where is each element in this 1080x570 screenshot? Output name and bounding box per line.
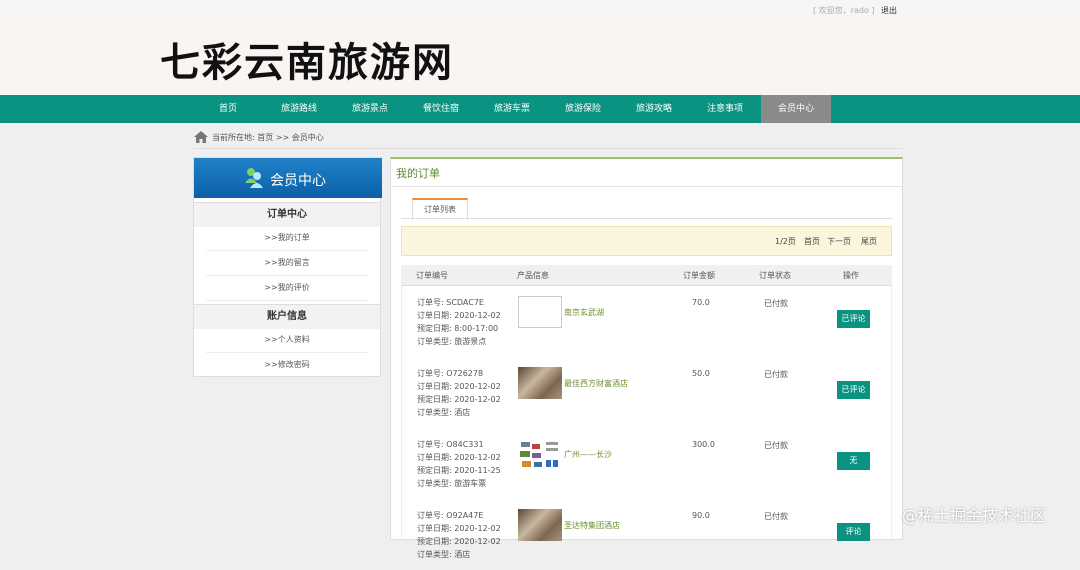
order-no: 订单号: O84C331	[417, 440, 484, 449]
order-no: 订单号: O92A47E	[417, 511, 484, 520]
order-status: 已付款	[764, 512, 788, 521]
title-divider	[391, 186, 902, 187]
header-status: 订单状态	[759, 271, 791, 280]
sidebar-item-my-messages[interactable]: >>我的留言	[206, 251, 368, 276]
welcome-text: [ 欢迎您，rado ]	[813, 6, 875, 15]
product-image[interactable]	[518, 438, 562, 470]
nav-food-lodging[interactable]: 餐饮住宿	[406, 95, 476, 123]
reserve-date: 预定日期: 2020-12-02	[417, 395, 501, 404]
order-amount: 300.0	[692, 440, 715, 449]
logout-link[interactable]: 退出	[881, 6, 897, 15]
review-button[interactable]: 已评论	[837, 310, 870, 328]
order-type: 订单类型: 酒店	[417, 550, 471, 559]
order-no: 订单号: SCDAC7E	[417, 298, 484, 307]
review-button[interactable]: 已评论	[837, 381, 870, 399]
order-amount: 70.0	[692, 298, 710, 307]
home-icon	[194, 131, 208, 143]
table-row: 订单号: O92A47E 订单日期: 2020-12-02 预定日期: 2020…	[402, 499, 893, 570]
order-date: 订单日期: 2020-12-02	[417, 311, 501, 320]
sidebar-item-change-password[interactable]: >>修改密码	[206, 353, 368, 378]
sidebar-item-my-reviews[interactable]: >>我的评价	[206, 276, 368, 301]
main-nav: 首页 旅游路线 旅游景点 餐饮住宿 旅游车票 旅游保险 旅游攻略 注意事项 会员…	[0, 95, 1080, 123]
sidebar-title-text: 会员中心	[270, 173, 326, 189]
orders-panel: 我的订单 订单列表 1/2页 首页 下一页 尾页 订单编号 产品信息 订单金额 …	[390, 157, 903, 559]
breadcrumb-text: 当前所在地: 首页 >> 会员中心	[212, 133, 324, 142]
product-image[interactable]	[518, 509, 562, 541]
site-logo[interactable]: 七彩云南旅游网	[160, 30, 454, 88]
pager-next[interactable]: 下一页	[827, 236, 851, 247]
nav-insurance[interactable]: 旅游保险	[548, 95, 618, 123]
breadcrumb: 当前所在地: 首页 >> 会员中心	[193, 128, 903, 149]
sidebar-section-account: 账户信息	[194, 304, 380, 329]
tab-divider	[401, 218, 892, 219]
nav-tickets[interactable]: 旅游车票	[477, 95, 547, 123]
order-amount: 90.0	[692, 511, 710, 520]
order-type: 订单类型: 酒店	[417, 408, 471, 417]
action-button[interactable]: 无	[837, 452, 870, 470]
sidebar-title: 会员中心	[194, 158, 382, 198]
pager-pages: 1/2页	[775, 237, 796, 246]
product-link[interactable]: 圣达特集团酒店	[564, 520, 620, 531]
people-icon	[245, 168, 263, 188]
watermark: @稀土掘金技术社区	[902, 506, 1047, 525]
order-info: 订单号: O92A47E 订单日期: 2020-12-02 预定日期: 2020…	[417, 509, 501, 561]
header-amount: 订单金额	[683, 271, 715, 280]
order-type: 订单类型: 旅游景点	[417, 337, 487, 346]
panel-title: 我的订单	[396, 167, 440, 180]
orders-table-header: 订单编号 产品信息 订单金额 订单状态 操作	[401, 265, 892, 286]
header-order-no: 订单编号	[416, 271, 448, 280]
order-info: 订单号: O726278 订单日期: 2020-12-02 预定日期: 2020…	[417, 367, 501, 419]
nav-routes[interactable]: 旅游路线	[264, 95, 334, 123]
product-image[interactable]	[518, 367, 562, 399]
order-no: 订单号: O726278	[417, 369, 484, 378]
welcome-bar: [ 欢迎您，rado ] 退出	[813, 5, 897, 16]
sidebar-item-my-orders[interactable]: >>我的订单	[206, 226, 368, 251]
product-link[interactable]: 南京玄武湖	[564, 307, 604, 318]
nav-member-center[interactable]: 会员中心	[761, 95, 831, 123]
table-row: 订单号: O726278 订单日期: 2020-12-02 预定日期: 2020…	[402, 357, 893, 428]
order-info: 订单号: SCDAC7E 订单日期: 2020-12-02 预定日期: 8:00…	[417, 296, 501, 348]
order-status: 已付款	[764, 370, 788, 379]
order-status: 已付款	[764, 441, 788, 450]
header-product: 产品信息	[517, 271, 549, 280]
orders-table-body: 订单号: SCDAC7E 订单日期: 2020-12-02 预定日期: 8:00…	[401, 286, 893, 559]
reserve-date: 预定日期: 2020-12-02	[417, 537, 501, 546]
site-header: 七彩云南旅游网	[0, 20, 1080, 95]
order-date: 订单日期: 2020-12-02	[417, 524, 501, 533]
order-date: 订单日期: 2020-12-02	[417, 382, 501, 391]
reserve-date: 预定日期: 2020-11-25	[417, 466, 501, 475]
table-row: 订单号: SCDAC7E 订单日期: 2020-12-02 预定日期: 8:00…	[402, 286, 893, 357]
nav-scenic[interactable]: 旅游景点	[335, 95, 405, 123]
order-date: 订单日期: 2020-12-02	[417, 453, 501, 462]
top-strip: [ 欢迎您，rado ] 退出	[0, 0, 1080, 20]
tab-order-list[interactable]: 订单列表	[412, 198, 468, 220]
reserve-date: 预定日期: 8:00-17:00	[417, 324, 499, 333]
order-status: 已付款	[764, 299, 788, 308]
product-link[interactable]: 广州——长沙	[564, 449, 612, 460]
nav-home[interactable]: 首页	[193, 95, 263, 123]
table-row: 订单号: O84C331 订单日期: 2020-12-02 预定日期: 2020…	[402, 428, 893, 499]
pager: 1/2页 首页 下一页 尾页	[401, 226, 892, 256]
review-button[interactable]: 评论	[837, 523, 870, 541]
sidebar-section-orders: 订单中心	[194, 202, 380, 227]
product-image[interactable]	[518, 296, 562, 328]
order-info: 订单号: O84C331 订单日期: 2020-12-02 预定日期: 2020…	[417, 438, 501, 490]
member-sidebar: 会员中心 订单中心 >>我的订单 >>我的留言 >>我的评价 账户信息 >>个人…	[193, 157, 382, 378]
product-link[interactable]: 最佳西方财富酒店	[564, 378, 628, 389]
nav-notes[interactable]: 注意事项	[690, 95, 760, 123]
order-amount: 50.0	[692, 369, 710, 378]
pager-last[interactable]: 尾页	[861, 236, 877, 247]
sidebar-item-profile[interactable]: >>个人资料	[206, 328, 368, 353]
header-action: 操作	[843, 271, 859, 280]
nav-guides[interactable]: 旅游攻略	[619, 95, 689, 123]
order-type: 订单类型: 旅游车票	[417, 479, 487, 488]
pager-first[interactable]: 首页	[804, 236, 820, 247]
